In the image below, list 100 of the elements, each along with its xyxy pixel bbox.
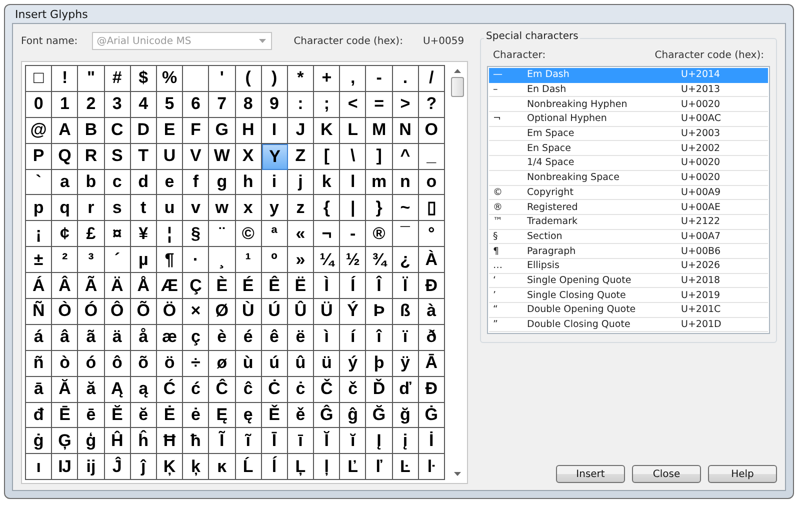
glyph-cell[interactable]: Ģ (52, 428, 78, 454)
glyph-cell[interactable]: , (340, 66, 366, 92)
list-row[interactable]: ¬ Optional Hyphen U+00AC (489, 112, 768, 127)
glyph-cell[interactable]: P (26, 144, 52, 170)
glyph-cell[interactable]: Ĉ (209, 376, 236, 403)
glyph-cell[interactable]: µ (130, 247, 157, 274)
glyph-cell[interactable]: İ (418, 428, 445, 454)
glyph-cell[interactable]: Ä (104, 273, 131, 300)
glyph-cell[interactable]: ] (366, 144, 393, 170)
glyph-cell[interactable]: Ę (209, 402, 236, 428)
scroll-up-icon[interactable] (454, 69, 461, 73)
glyph-cell[interactable]: Ĥ (104, 428, 131, 454)
glyph-cell[interactable]: ď (392, 376, 419, 403)
glyph-cell[interactable]: ë (288, 324, 314, 351)
glyph-cell[interactable]: t (130, 195, 157, 222)
glyph-cell[interactable]: ã (78, 324, 105, 351)
glyph-cell[interactable]: + (314, 66, 340, 92)
glyph-cell[interactable]: ê (262, 324, 288, 351)
list-row[interactable]: Nonbreaking Space U+0020 (489, 170, 768, 186)
glyph-cell[interactable]: ŀ (418, 454, 445, 480)
glyph-cell[interactable]: ĭ (340, 428, 366, 454)
glyph-cell[interactable]: ö (156, 350, 184, 377)
glyph-cell[interactable]: Į (366, 428, 393, 454)
glyph-cell[interactable]: n (392, 170, 419, 196)
glyph-cell[interactable]: Ľ (340, 454, 366, 480)
glyph-cell[interactable]: s (104, 195, 131, 222)
glyph-cell[interactable]: ü (314, 350, 340, 377)
glyph-cell[interactable]: E (156, 118, 184, 144)
glyph-cell[interactable]: { (314, 195, 340, 222)
glyph-cell[interactable]: q (52, 195, 78, 222)
glyph-cell[interactable]: Ø (209, 299, 236, 325)
list-row[interactable]: Nonbreaking Hyphen U+0020 (489, 97, 768, 112)
glyph-cell[interactable]: K (314, 118, 340, 144)
glyph-cell[interactable]: þ (366, 350, 393, 377)
glyph-cell[interactable]: a (52, 170, 78, 196)
list-row[interactable]: © Copyright U+00A9 (489, 186, 768, 200)
glyph-cell[interactable]: > (392, 92, 419, 118)
glyph-cell[interactable]: □ (26, 66, 52, 92)
scroll-down-icon[interactable] (454, 472, 461, 476)
glyph-cell[interactable]: § (183, 221, 210, 248)
glyph-cell[interactable]: ú (262, 350, 288, 377)
glyph-cell[interactable]: Ŀ (392, 454, 419, 480)
list-row[interactable]: ™ Trademark U+2122 (489, 214, 768, 230)
list-row[interactable]: … Ellipsis U+2026 (489, 258, 768, 274)
glyph-cell[interactable]: á (26, 324, 52, 351)
list-row[interactable]: ’ Single Closing Quote U+2019 (489, 288, 768, 303)
glyph-cell[interactable]: H (236, 118, 262, 144)
glyph-cell[interactable]: ā (26, 376, 52, 403)
glyph-cell[interactable]: à (418, 299, 445, 325)
glyph-cell[interactable]: b (78, 170, 105, 196)
glyph-cell[interactable]: Ĩ (209, 428, 236, 454)
glyph-cell[interactable]: © (236, 221, 262, 248)
glyph-cell[interactable]: ; (314, 92, 340, 118)
glyph-cell[interactable]: ^ (392, 144, 419, 170)
glyph-cell[interactable]: Ď (366, 376, 393, 403)
glyph-cell[interactable]: ą (130, 376, 157, 403)
glyph-cell[interactable]: o (418, 170, 445, 196)
glyph-cell[interactable]: _ (418, 144, 445, 170)
glyph-cell[interactable]: ĵ (130, 454, 157, 480)
glyph-cell[interactable]: ¢ (52, 221, 78, 248)
glyph-cell[interactable]: ľ (366, 454, 393, 480)
glyph-cell[interactable]: T (130, 144, 157, 170)
glyph-cell[interactable]: ¬ (314, 221, 340, 248)
glyph-cell[interactable]: å (130, 324, 157, 351)
glyph-cell[interactable]: ½ (340, 247, 366, 274)
glyph-cell[interactable]: Ü (314, 299, 340, 325)
glyph-cell[interactable]: Ĕ (104, 402, 131, 428)
list-row[interactable]: § Section U+00A7 (489, 230, 768, 244)
glyph-cell[interactable]: Ļ (288, 454, 314, 480)
glyph-cell[interactable]: i (262, 170, 288, 196)
glyph-cell[interactable]: ï (392, 324, 419, 351)
glyph-cell[interactable]: č (340, 376, 366, 403)
glyph-cell[interactable]: À (418, 247, 445, 274)
glyph-cell[interactable]: Ē (52, 402, 78, 428)
scroll-thumb[interactable] (451, 77, 464, 97)
glyph-cell[interactable]: ¦ (156, 221, 184, 248)
glyph-cell[interactable]: ę (236, 402, 262, 428)
glyph-cell[interactable]: Å (130, 273, 157, 300)
glyph-cell[interactable]: ¥ (130, 221, 157, 248)
glyph-cell[interactable]: # (104, 66, 131, 92)
glyph-cell[interactable]: Ī (262, 428, 288, 454)
glyph-cell[interactable]: ô (104, 350, 131, 377)
glyph-cell[interactable]: | (340, 195, 366, 222)
glyph-cell[interactable]: Û (288, 299, 314, 325)
glyph-cell[interactable]: u (156, 195, 184, 222)
glyph-cell[interactable]: Ė (156, 402, 184, 428)
glyph-cell[interactable]: ı (26, 454, 52, 480)
glyph-cell[interactable]: z (288, 195, 314, 222)
glyph-cell[interactable]: 2 (78, 92, 105, 118)
glyph-cell[interactable]: $ (130, 66, 157, 92)
glyph-cell[interactable]: ² (52, 247, 78, 274)
glyph-cell[interactable]: Ú (262, 299, 288, 325)
glyph-cell[interactable]: è (209, 324, 236, 351)
glyph-cell[interactable]: ▯ (418, 195, 445, 222)
glyph-cell[interactable]: ă (78, 376, 105, 403)
glyph-cell[interactable]: Z (288, 144, 314, 170)
glyph-cell[interactable]: Í (340, 273, 366, 300)
glyph-cell[interactable]: ¡ (26, 221, 52, 248)
glyph-cell[interactable]: Ì (314, 273, 340, 300)
glyph-cell[interactable]: ĳ (78, 454, 105, 480)
